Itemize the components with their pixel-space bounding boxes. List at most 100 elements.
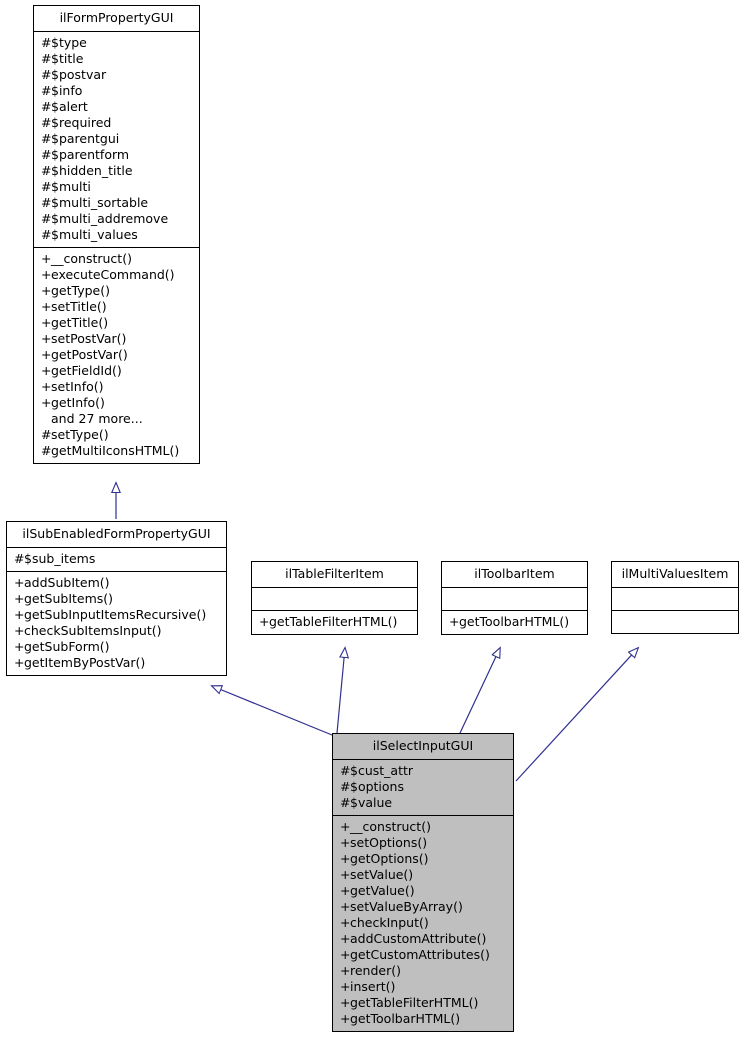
visibility-marker: +	[41, 363, 52, 378]
visibility-marker: +	[14, 591, 25, 606]
class-node-iltablefilteritem[interactable]: ilTableFilterItem +getTableFilterHTML()	[251, 561, 418, 635]
method-row: +checkSubItemsInput()	[14, 623, 220, 639]
method-row: +setValue()	[340, 867, 507, 883]
method-row: +getToolbarHTML()	[340, 1011, 507, 1027]
member-name: getType()	[51, 283, 110, 298]
visibility-marker: +	[340, 851, 351, 866]
visibility-marker: +	[340, 835, 351, 850]
method-row: #getMultiIconsHTML()	[41, 443, 193, 459]
visibility-marker: #	[41, 99, 52, 114]
visibility-marker: +	[41, 347, 52, 362]
method-row: #setType()	[41, 427, 193, 443]
visibility-marker: #	[41, 427, 52, 442]
visibility-marker: +	[14, 655, 25, 670]
edge-select-to-toolbar	[459, 648, 500, 734]
attributes-compartment	[252, 588, 417, 611]
member-name: getInfo()	[51, 395, 105, 410]
member-name: setValue()	[350, 867, 414, 882]
class-node-ilmultivaluesitem[interactable]: ilMultiValuesItem	[611, 561, 739, 634]
member-name: $cust_attr	[350, 763, 414, 778]
visibility-marker: +	[340, 947, 351, 962]
class-node-ilsubenabledformpropertygui[interactable]: ilSubEnabledFormPropertyGUI #$sub_items …	[6, 521, 227, 676]
method-row: +addSubItem()	[14, 575, 220, 591]
visibility-marker: #	[41, 131, 52, 146]
member-name: getFieldId()	[51, 363, 122, 378]
method-row: +render()	[340, 963, 507, 979]
attribute-row: #$alert	[41, 99, 193, 115]
visibility-marker: #	[41, 147, 52, 162]
class-title: ilMultiValuesItem	[612, 562, 738, 588]
attribute-row: #$parentform	[41, 147, 193, 163]
method-row: +getType()	[41, 283, 193, 299]
visibility-marker: +	[41, 379, 52, 394]
methods-compartment: +getToolbarHTML()	[442, 611, 587, 634]
member-name: setOptions()	[350, 835, 428, 850]
class-node-ilselectinputgui[interactable]: ilSelectInputGUI #$cust_attr #$options #…	[332, 733, 514, 1032]
member-name: getToolbarHTML()	[350, 1011, 461, 1026]
class-title: ilToolbarItem	[442, 562, 587, 588]
attribute-row: #$options	[340, 779, 507, 795]
methods-compartment: +__construct() +setOptions() +getOptions…	[333, 816, 513, 1031]
visibility-marker: #	[41, 227, 52, 242]
visibility-marker: +	[340, 915, 351, 930]
member-name: getCustomAttributes()	[350, 947, 490, 962]
visibility-marker: #	[41, 115, 52, 130]
member-name: getTableFilterHTML()	[350, 995, 479, 1010]
visibility-marker: +	[41, 283, 52, 298]
visibility-marker: +	[340, 819, 351, 834]
member-name: __construct()	[51, 251, 132, 266]
class-title: ilFormPropertyGUI	[34, 6, 199, 32]
member-name: $multi_addremove	[51, 211, 169, 226]
method-row: +getItemByPostVar()	[14, 655, 220, 671]
visibility-marker: #	[41, 35, 52, 50]
attribute-row: #$multi	[41, 179, 193, 195]
attributes-compartment: #$cust_attr #$options #$value	[333, 760, 513, 816]
member-name: getOptions()	[350, 851, 429, 866]
visibility-marker: +	[41, 267, 52, 282]
attribute-row: #$value	[340, 795, 507, 811]
attribute-row: #$sub_items	[14, 551, 220, 567]
method-row: +addCustomAttribute()	[340, 931, 507, 947]
methods-compartment: +addSubItem() +getSubItems() +getSubInpu…	[7, 572, 226, 675]
method-row: +setInfo()	[41, 379, 193, 395]
member-name: getSubForm()	[24, 639, 110, 654]
visibility-marker: +	[14, 575, 25, 590]
attribute-row: #$multi_addremove	[41, 211, 193, 227]
visibility-marker: +	[14, 639, 25, 654]
method-row: +getTitle()	[41, 315, 193, 331]
member-name: $parentgui	[51, 131, 120, 146]
attribute-row: #$cust_attr	[340, 763, 507, 779]
visibility-marker: +	[340, 867, 351, 882]
visibility-marker: +	[41, 251, 52, 266]
attribute-row: #$multi_sortable	[41, 195, 193, 211]
member-name: getMultiIconsHTML()	[51, 443, 180, 458]
attribute-row: #$title	[41, 51, 193, 67]
methods-compartment: +getTableFilterHTML()	[252, 611, 417, 634]
attribute-row: #$hidden_title	[41, 163, 193, 179]
class-node-ilformpropertygui[interactable]: ilFormPropertyGUI #$type #$title #$postv…	[33, 5, 200, 464]
member-name: $multi	[51, 179, 91, 194]
member-name: $title	[51, 51, 84, 66]
method-row: +insert()	[340, 979, 507, 995]
method-row: +setTitle()	[41, 299, 193, 315]
method-row: +getSubItems()	[14, 591, 220, 607]
member-name: checkInput()	[350, 915, 429, 930]
member-name: getToolbarHTML()	[459, 614, 570, 629]
member-name: $type	[51, 35, 87, 50]
visibility-marker: +	[41, 299, 52, 314]
visibility-marker: +	[340, 899, 351, 914]
attributes-compartment: #$sub_items	[7, 548, 226, 572]
attribute-row: #$postvar	[41, 67, 193, 83]
member-name: getSubItems()	[24, 591, 114, 606]
attributes-compartment: #$type #$title #$postvar #$info #$alert …	[34, 32, 199, 248]
member-name: $alert	[51, 99, 88, 114]
class-node-iltoolbaritem[interactable]: ilToolbarItem +getToolbarHTML()	[441, 561, 588, 635]
visibility-marker: #	[14, 551, 25, 566]
method-row: +getOptions()	[340, 851, 507, 867]
member-name: insert()	[350, 979, 396, 994]
member-name: addSubItem()	[24, 575, 110, 590]
member-name: __construct()	[350, 819, 431, 834]
member-name: render()	[350, 963, 401, 978]
visibility-marker: +	[41, 331, 52, 346]
member-name: $options	[350, 779, 404, 794]
